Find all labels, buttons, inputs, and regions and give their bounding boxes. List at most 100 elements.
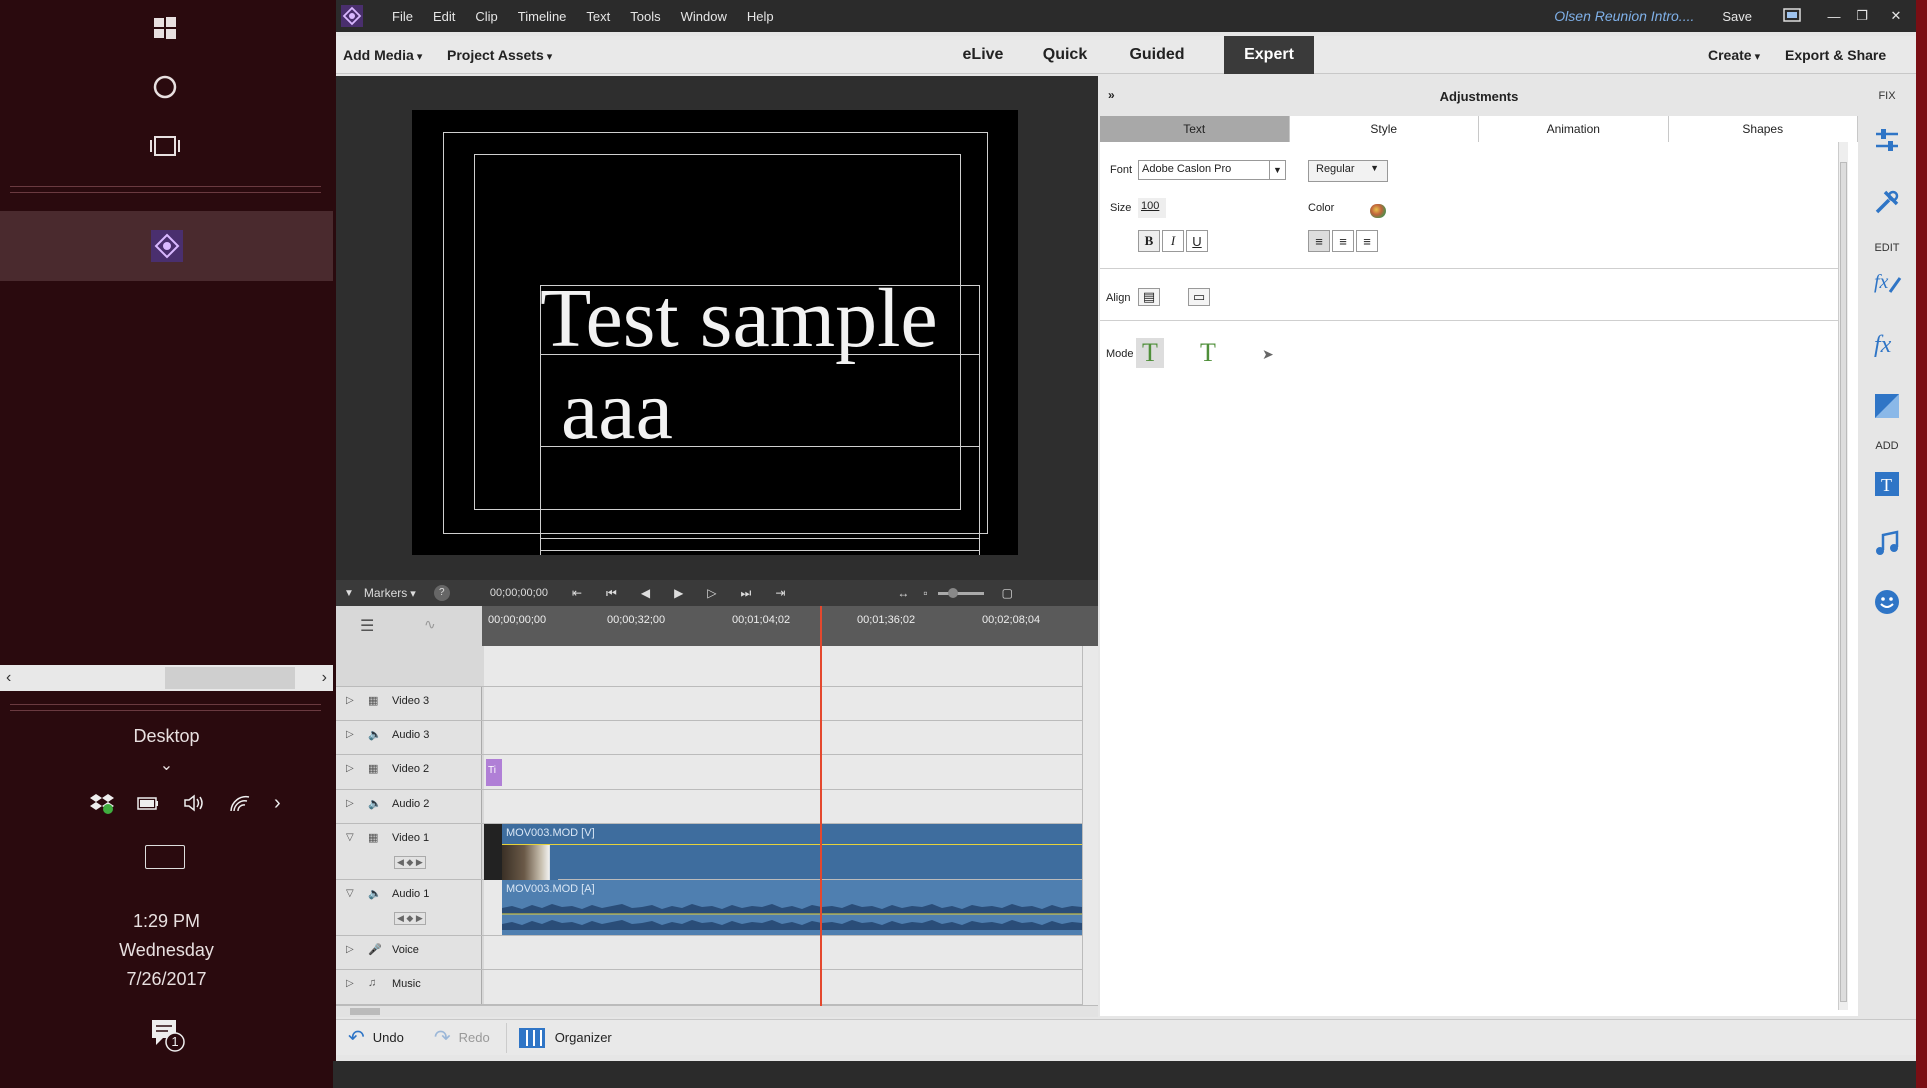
menu-edit[interactable]: Edit — [423, 9, 465, 24]
track-video-2[interactable]: ▷ ▦ Video 2 Ti — [336, 755, 1082, 790]
clock[interactable]: 1:29 PM Wednesday 7/26/2017 — [0, 907, 333, 994]
chevron-double-down-icon[interactable]: ⌄ — [0, 755, 333, 775]
battery-icon[interactable] — [136, 794, 160, 812]
align-vertical-center-icon[interactable]: ▭ — [1188, 288, 1210, 306]
timeline-vertical-scrollbar[interactable] — [1082, 646, 1098, 1005]
menu-clip[interactable]: Clip — [465, 9, 507, 24]
go-to-out-icon[interactable]: ⇥ — [775, 586, 785, 600]
graphics-smiley-icon[interactable] — [1871, 586, 1903, 618]
expand-icon[interactable]: ▷ — [346, 695, 354, 706]
restore-icon[interactable]: ❐ — [1848, 8, 1876, 24]
menu-help[interactable]: Help — [737, 9, 784, 24]
taskbar-scrollbar[interactable]: ‹ › — [0, 665, 333, 691]
titles-icon[interactable]: T — [1871, 468, 1903, 500]
tab-style[interactable]: Style — [1289, 116, 1479, 142]
applied-effects-icon[interactable]: fx — [1871, 266, 1903, 298]
markers-dropdown[interactable]: Markers — [364, 586, 416, 600]
chevron-right-icon[interactable]: › — [274, 792, 281, 815]
create-dropdown[interactable]: Create — [1708, 47, 1760, 63]
track-settings-icon[interactable]: ☰ — [360, 616, 374, 636]
menu-tools[interactable]: Tools — [620, 9, 670, 24]
font-style-select[interactable]: Regular ▼ — [1308, 160, 1388, 182]
keyframe-controls[interactable]: ◀ ◆ ▶ — [394, 856, 426, 869]
menu-window[interactable]: Window — [671, 9, 737, 24]
tab-elive[interactable]: eLive — [948, 36, 1018, 74]
font-select[interactable]: Adobe Caslon Pro ▼ — [1138, 160, 1286, 180]
chevron-right-icon[interactable]: › — [322, 669, 333, 687]
vertical-text-mode-button[interactable]: T — [1194, 338, 1222, 368]
collapse-icon[interactable]: ▽ — [346, 832, 354, 843]
playhead[interactable] — [820, 606, 822, 1006]
color-picker-icon[interactable] — [1370, 204, 1386, 218]
expand-icon[interactable]: ▷ — [346, 978, 354, 989]
timeline-ruler[interactable]: ☰ ∿ 00;00;00;00 00;00;32;00 00;01;04;02 … — [336, 606, 1098, 646]
menu-timeline[interactable]: Timeline — [508, 9, 577, 24]
fit-timeline-icon[interactable]: ↔ — [897, 586, 909, 600]
organizer-button[interactable]: Organizer — [555, 1030, 612, 1045]
chevron-left-icon[interactable]: ‹ — [0, 669, 11, 687]
tab-guided[interactable]: Guided — [1112, 36, 1202, 74]
music-icon[interactable] — [1871, 528, 1903, 560]
expand-icon[interactable]: ▷ — [346, 798, 354, 809]
tab-quick[interactable]: Quick — [1030, 36, 1100, 74]
chevron-down-icon[interactable]: ▼ — [1370, 163, 1379, 173]
taskbar-app-premiere-elements[interactable] — [0, 211, 333, 281]
video-clip[interactable]: MOV003.MOD [V] — [502, 824, 1082, 880]
audio-waveform-icon[interactable]: ∿ — [424, 616, 436, 633]
track-audio-1[interactable]: ▽ 🔈 Audio 1 ◀ ◆ ▶ MOV003.MOD [A] — [336, 880, 1082, 936]
italic-button[interactable]: I — [1162, 230, 1184, 252]
help-icon[interactable]: ? — [433, 585, 450, 601]
effects-icon[interactable]: fx — [1871, 328, 1903, 360]
align-left-icon[interactable]: ≡ — [1308, 230, 1330, 252]
track-voice[interactable]: ▷ 🎤 Voice — [336, 936, 1082, 970]
collapse-panel-icon[interactable]: » — [1108, 88, 1115, 102]
expand-icon[interactable]: ▷ — [346, 763, 354, 774]
wifi-icon[interactable] — [228, 793, 252, 813]
audio-clip[interactable]: MOV003.MOD [A] — [502, 880, 1082, 935]
add-media-dropdown[interactable]: Add Media — [343, 47, 422, 63]
horizontal-text-mode-button[interactable]: T — [1136, 338, 1164, 368]
zoom-slider[interactable] — [937, 587, 984, 598]
undo-icon[interactable]: ↶ — [348, 1025, 365, 1050]
underline-button[interactable]: U — [1186, 230, 1208, 252]
track-video-1[interactable]: ▽ ▦ Video 1 ◀ ◆ ▶ MOV003.MOD [V] — [336, 824, 1082, 880]
cortana-icon[interactable] — [140, 67, 190, 107]
close-icon[interactable]: ✕ — [1876, 8, 1916, 24]
adjustments-icon[interactable] — [1871, 124, 1903, 156]
title-clip[interactable]: Ti — [486, 759, 502, 786]
chevron-down-icon[interactable]: ▼ — [1269, 161, 1285, 179]
tab-text[interactable]: Text — [1100, 116, 1290, 142]
current-timecode[interactable]: 00;00;00;00 — [490, 587, 548, 599]
transitions-icon[interactable] — [1871, 390, 1903, 422]
organizer-icon[interactable] — [518, 1027, 545, 1048]
dropbox-icon[interactable] — [90, 792, 114, 814]
align-horizontal-center-icon[interactable]: ▤ — [1138, 288, 1160, 306]
project-assets-dropdown[interactable]: Project Assets — [447, 47, 552, 63]
windows-start-icon[interactable] — [140, 8, 190, 48]
track-audio-3[interactable]: ▷ 🔈 Audio 3 — [336, 721, 1082, 755]
desktop-label[interactable]: Desktop — [0, 726, 333, 747]
track-audio-2[interactable]: ▷ 🔈 Audio 2 — [336, 790, 1082, 824]
size-field[interactable]: 100 — [1138, 198, 1166, 218]
title-text[interactable]: Test sample aaa — [540, 273, 938, 457]
collapse-icon[interactable]: ▽ — [346, 888, 354, 899]
tab-expert[interactable]: Expert — [1224, 36, 1314, 74]
bold-button[interactable]: B — [1138, 230, 1160, 252]
keyboard-icon[interactable] — [145, 845, 185, 869]
timeline-horizontal-scrollbar[interactable] — [336, 1005, 1098, 1017]
scroll-thumb[interactable] — [165, 667, 295, 689]
preview-canvas[interactable]: Test sample aaa — [412, 110, 1018, 555]
go-to-start-icon[interactable]: ⏮ — [606, 586, 617, 601]
task-view-icon[interactable] — [140, 126, 190, 166]
expand-icon[interactable]: ▷ — [346, 729, 354, 740]
action-center-icon[interactable]: 1 — [148, 1018, 188, 1054]
step-back-icon[interactable]: ◀ — [641, 586, 650, 600]
adjustments-scrollbar[interactable] — [1838, 142, 1848, 1010]
track-music[interactable]: ▷ ♫ Music — [336, 970, 1082, 1005]
menu-file[interactable]: File — [382, 9, 423, 24]
zoom-out-icon[interactable]: ▫ — [923, 586, 927, 600]
minimize-icon[interactable]: — — [1820, 9, 1848, 24]
collapse-icon[interactable]: ▼ — [344, 588, 354, 599]
go-to-in-icon[interactable]: ⇤ — [572, 586, 582, 600]
go-to-end-icon[interactable]: ⏭ — [741, 586, 752, 601]
